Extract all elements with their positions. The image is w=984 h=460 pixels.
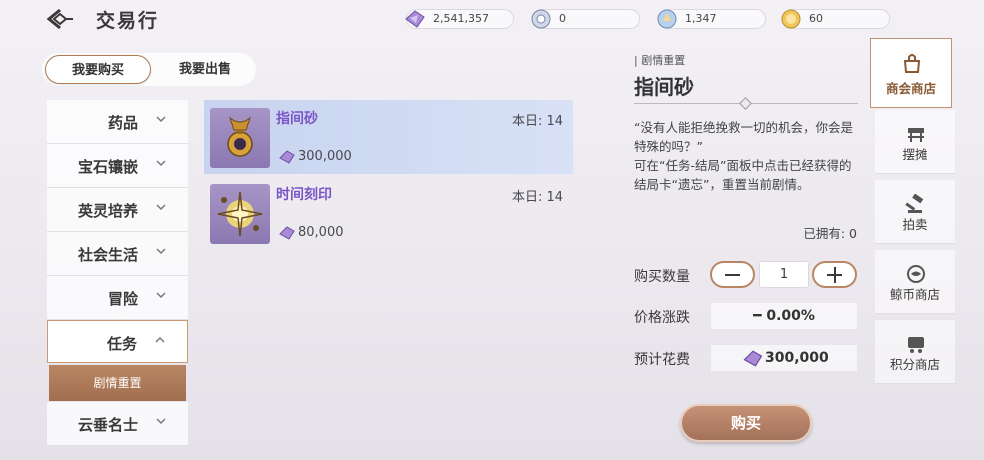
category-label: 英灵培养 xyxy=(77,202,138,220)
category-famous-people[interactable]: 云垂名士 xyxy=(47,402,188,446)
purple-crystal-icon xyxy=(405,10,425,28)
nav-label: 积分商店 xyxy=(889,357,940,372)
tab-sell[interactable]: 我要出售 xyxy=(152,55,258,84)
purple-crystal-icon xyxy=(743,350,763,367)
time-seal-icon xyxy=(217,191,263,237)
currency-purple-crystal: 2,541,357 xyxy=(405,9,514,29)
cost-value: 300,000 xyxy=(765,350,829,366)
category-label: 社会生活 xyxy=(77,246,138,264)
item-name: 指间砂 xyxy=(276,111,318,127)
category-hero-training[interactable]: 英灵培养 xyxy=(47,188,188,232)
minus-icon xyxy=(725,274,740,276)
cart-icon xyxy=(908,337,924,353)
page-title: 交易行 xyxy=(96,10,160,32)
nav-label: 摆摊 xyxy=(902,147,928,162)
item-row[interactable]: 指间砂 本日: 14 300,000 xyxy=(204,100,573,174)
category-label: 任务 xyxy=(106,335,137,353)
increase-quantity-button[interactable] xyxy=(812,261,857,288)
nav-points-shop[interactable]: 积分商店 xyxy=(875,320,955,384)
nav-stall[interactable]: 摆摊 xyxy=(875,110,955,174)
owned-count: 已拥有: 0 xyxy=(803,226,857,241)
chevron-down-icon xyxy=(156,116,166,123)
category-label: 云垂名士 xyxy=(77,416,138,434)
chevron-down-icon xyxy=(156,248,166,255)
nav-whale-coin-shop[interactable]: 鲸币商店 xyxy=(875,250,955,314)
mode-toggle: 我要购买 我要出售 xyxy=(42,53,256,86)
detail-description: “没有人能拒绝挽救一切的机会，你会是特殊的吗？” 可在“任务-结局”面板中点击已… xyxy=(634,120,853,192)
gavel-icon xyxy=(905,194,924,213)
silver-coin-icon xyxy=(531,9,551,29)
category-label: 药品 xyxy=(107,114,138,132)
item-daily-limit: 本日: 14 xyxy=(511,190,563,205)
item-thumbnail xyxy=(210,184,270,244)
hourglass-pouch-icon xyxy=(227,116,253,157)
item-price: 80,000 xyxy=(298,225,344,240)
purple-crystal-icon xyxy=(279,226,295,240)
chevron-down-icon xyxy=(156,292,166,299)
currency-value: 1,347 xyxy=(685,12,717,25)
category-quest[interactable]: 任务 xyxy=(47,320,188,363)
item-price: 300,000 xyxy=(298,149,352,164)
item-daily-limit: 本日: 14 xyxy=(511,114,563,129)
price-change-label: 价格涨跌 xyxy=(634,310,690,326)
quantity-input[interactable]: 1 xyxy=(759,261,809,288)
chevron-down-icon xyxy=(156,204,166,211)
currency-blue-crystal: 1,347 xyxy=(657,9,766,29)
item-thumbnail xyxy=(210,108,270,168)
gold-coin-icon xyxy=(781,9,801,29)
buy-button[interactable]: 购买 xyxy=(680,404,812,442)
category-medicine[interactable]: 药品 xyxy=(47,100,188,144)
nav-guild-shop[interactable]: 商会商店 xyxy=(870,38,952,108)
category-social-life[interactable]: 社会生活 xyxy=(47,232,188,276)
back-arrow-icon[interactable] xyxy=(46,8,74,30)
nav-auction[interactable]: 拍卖 xyxy=(875,180,955,244)
detail-category-tag: | 剧情重置 xyxy=(634,54,686,67)
decrease-quantity-button[interactable] xyxy=(710,261,755,288)
plus-icon-vertical xyxy=(833,267,836,283)
quantity-label: 购买数量 xyxy=(634,269,690,285)
stall-icon xyxy=(908,128,924,142)
subcategory-story-reset[interactable]: 剧情重置 xyxy=(49,365,186,401)
bag-icon xyxy=(903,54,921,73)
chevron-up-icon xyxy=(155,336,165,343)
currency-gold-coin: 60 xyxy=(781,9,890,29)
category-label: 宝石镶嵌 xyxy=(77,158,138,176)
blue-crystal-icon xyxy=(657,9,677,29)
chevron-down-icon xyxy=(156,160,166,167)
item-row[interactable]: 时间刻印 本日: 14 80,000 xyxy=(204,176,573,250)
currency-value: 0 xyxy=(559,12,566,25)
nav-label: 拍卖 xyxy=(902,217,928,232)
currency-value: 60 xyxy=(809,12,823,25)
tab-buy[interactable]: 我要购买 xyxy=(45,55,151,84)
detail-item-name: 指间砂 xyxy=(634,75,694,99)
currency-silver-coin: 0 xyxy=(531,9,640,29)
price-change-value: ━ 0.00% xyxy=(711,303,857,329)
cost-label: 预计花费 xyxy=(634,352,690,368)
category-gem-inlay[interactable]: 宝石镶嵌 xyxy=(47,144,188,188)
purple-crystal-icon xyxy=(279,150,295,164)
currency-value: 2,541,357 xyxy=(433,12,489,25)
chevron-down-icon xyxy=(156,418,166,425)
whale-coin-icon xyxy=(907,265,925,283)
category-label: 冒险 xyxy=(107,290,138,308)
category-adventure[interactable]: 冒险 xyxy=(47,276,188,320)
nav-label: 商会商店 xyxy=(885,81,936,96)
top-bar: 交易行 2,541,357 0 1,347 60 xyxy=(0,0,984,38)
item-name: 时间刻印 xyxy=(276,187,332,203)
nav-label: 鲸币商店 xyxy=(889,287,940,302)
